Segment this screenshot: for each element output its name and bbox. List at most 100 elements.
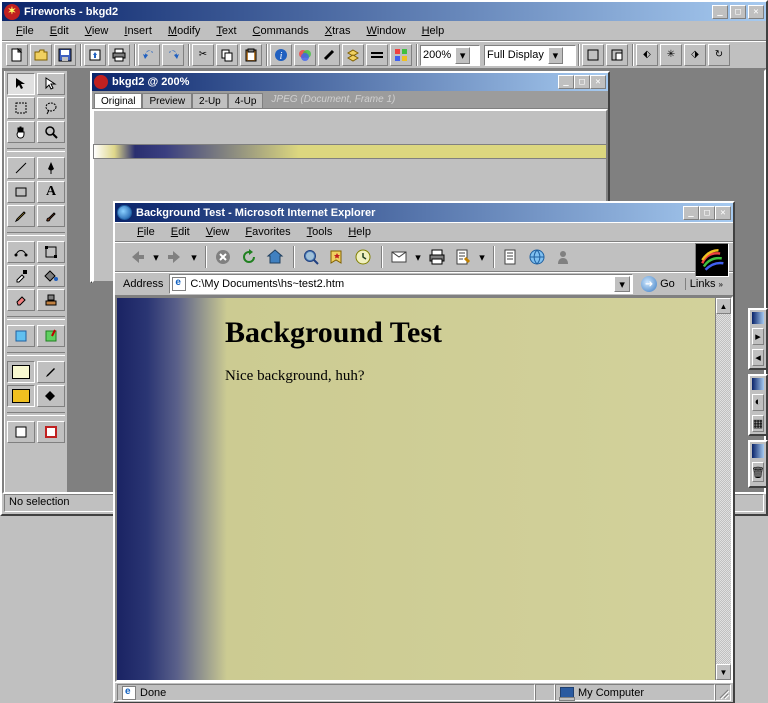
panel-button[interactable]: ▦ [752,415,764,432]
back-dropdown-icon[interactable]: ▾ [151,245,161,269]
ie-menu-view[interactable]: View [198,225,238,239]
panel-header[interactable] [752,378,764,390]
menu-edit[interactable]: Edit [42,24,77,38]
menu-text[interactable]: Text [208,24,244,38]
copy-icon[interactable] [216,44,238,66]
subselect-tool[interactable] [37,73,65,95]
back-icon[interactable] [125,245,149,269]
eraser-tool[interactable] [7,289,35,311]
panel-header[interactable] [752,444,764,458]
related-icon[interactable] [525,245,549,269]
zoom-combo[interactable]: 200% ▾ [420,45,480,66]
fill-bucket-icon[interactable] [37,385,65,407]
pointer-tool[interactable] [7,73,35,95]
eyedropper-tool[interactable] [7,265,35,287]
stroke-color-well[interactable] [7,361,35,383]
align-right-icon[interactable]: ⬗ [684,44,706,66]
ie-menu-favorites[interactable]: Favorites [237,225,298,239]
history-icon[interactable] [351,245,375,269]
forward-icon[interactable] [163,245,187,269]
menu-view[interactable]: View [77,24,117,38]
doc-maximize-button[interactable]: □ [574,75,590,89]
panel-button[interactable]: ◐ [752,394,764,411]
tab-original[interactable]: Original [94,93,142,108]
align-center-icon[interactable]: ✳ [660,44,682,66]
ie-close-button[interactable]: ✕ [715,206,731,220]
import-icon[interactable] [84,44,106,66]
hotspot-tool[interactable] [7,325,35,347]
hand-tool[interactable] [7,121,35,143]
hide-panels-icon[interactable] [582,44,604,66]
menu-help[interactable]: Help [414,24,453,38]
undo-icon[interactable] [138,44,160,66]
scroll-up-icon[interactable]: ▲ [716,298,731,314]
view-preview-icon[interactable] [37,421,65,443]
panel-header[interactable] [752,312,764,324]
pen-tool[interactable] [37,157,65,179]
maximize-button[interactable]: □ [730,5,746,19]
styles-icon[interactable] [390,44,412,66]
ie-minimize-button[interactable]: _ [683,206,699,220]
mail-dropdown-icon[interactable]: ▾ [413,245,423,269]
line-tool[interactable] [7,157,35,179]
go-button[interactable]: ➜ Go [637,276,679,292]
address-combo[interactable]: C:\My Documents\hs~test2.htm ▾ [169,274,633,294]
marquee-tool[interactable] [7,97,35,119]
menu-window[interactable]: Window [358,24,413,38]
vertical-scrollbar[interactable]: ▲ ▼ [715,298,731,680]
stop-icon[interactable] [211,245,235,269]
scroll-down-icon[interactable]: ▼ [716,664,731,680]
document-canvas[interactable] [94,145,606,158]
save-icon[interactable] [54,44,76,66]
ie-menu-edit[interactable]: Edit [163,225,198,239]
zoom-tool[interactable] [37,121,65,143]
stroke-pencil-icon[interactable] [37,361,65,383]
favorites-icon[interactable] [325,245,349,269]
messenger-icon[interactable] [551,245,575,269]
color-mixer-icon[interactable] [294,44,316,66]
lasso-tool[interactable] [37,97,65,119]
panel-trash-icon[interactable]: 🗑 [752,462,764,482]
discuss-icon[interactable] [499,245,523,269]
menu-commands[interactable]: Commands [245,24,317,38]
rotate-icon[interactable]: ↻ [708,44,730,66]
print-icon[interactable] [108,44,130,66]
forward-dropdown-icon[interactable]: ▾ [189,245,199,269]
expand-icon[interactable] [606,44,628,66]
panel-button[interactable]: ▸ [752,328,764,345]
menu-file[interactable]: File [8,24,42,38]
text-tool[interactable]: A [37,181,65,203]
paste-icon[interactable] [240,44,262,66]
menu-insert[interactable]: Insert [116,24,160,38]
view-normal-icon[interactable] [7,421,35,443]
resize-grip[interactable] [715,684,731,701]
chevron-down-icon[interactable]: ▾ [455,47,470,64]
rectangle-tool[interactable] [7,181,35,203]
chevron-down-icon[interactable]: ▾ [614,276,630,292]
page-body[interactable]: Background Test Nice background, huh? [117,298,715,680]
layers-icon[interactable] [342,44,364,66]
search-icon[interactable] [299,245,323,269]
align-left-icon[interactable]: ⬖ [636,44,658,66]
scale-tool[interactable] [37,241,65,263]
ie-titlebar[interactable]: Background Test - Microsoft Internet Exp… [115,203,733,222]
chevron-down-icon[interactable]: ▾ [548,47,563,64]
new-file-icon[interactable] [6,44,28,66]
links-button[interactable]: Links » [685,278,727,290]
stamp-tool[interactable] [37,289,65,311]
redo-icon[interactable] [162,44,184,66]
scroll-track[interactable] [716,314,731,664]
edit-icon[interactable] [451,245,475,269]
panel-button[interactable]: ◂ [752,349,764,366]
menu-modify[interactable]: Modify [160,24,208,38]
open-file-icon[interactable] [30,44,52,66]
slice-tool[interactable] [37,325,65,347]
behaviors-icon[interactable] [366,44,388,66]
document-titlebar[interactable]: bkgd2 @ 200% _ □ ✕ [92,73,608,91]
close-button[interactable]: ✕ [748,5,764,19]
brush-tool[interactable] [37,205,65,227]
fill-color-well[interactable] [7,385,35,407]
tab-2up[interactable]: 2-Up [192,93,228,108]
menu-xtras[interactable]: Xtras [317,24,359,38]
ie-menu-help[interactable]: Help [340,225,379,239]
